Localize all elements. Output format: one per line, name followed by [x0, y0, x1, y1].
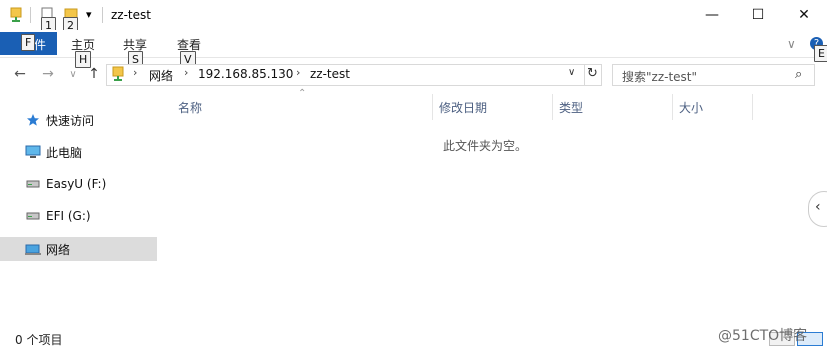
column-header-type[interactable]: 类型 — [559, 99, 583, 116]
breadcrumb-folder[interactable]: zz-test — [310, 67, 350, 81]
up-button[interactable]: ↑ — [84, 63, 104, 85]
network-folder-icon — [112, 66, 124, 85]
refresh-icon[interactable]: ↻ — [587, 66, 598, 81]
watermark: @51CTO博客 — [718, 328, 808, 344]
column-header-name[interactable]: 名称 — [178, 99, 202, 116]
nav-item-drive-f[interactable]: EasyU (F:) — [0, 172, 157, 196]
nav-item-label: EasyU (F:) — [46, 177, 107, 191]
toolbar-divider — [102, 7, 103, 23]
folder-icon — [10, 7, 22, 22]
empty-folder-message: 此文件夹为空。 — [443, 139, 528, 153]
search-input[interactable]: 搜索"zz-test" ⌕ — [612, 64, 815, 86]
column-divider[interactable] — [552, 94, 553, 120]
status-item-count: 0 个项目 — [15, 333, 63, 347]
nav-item-this-pc[interactable]: 此电脑 — [0, 140, 157, 164]
recent-locations-button[interactable]: ∨ — [63, 63, 83, 85]
maximize-button[interactable]: ☐ — [735, 0, 781, 30]
column-header-date[interactable]: 修改日期 — [439, 99, 487, 116]
minimize-icon: — — [705, 7, 719, 23]
minimize-button[interactable]: — — [689, 0, 735, 30]
nav-item-label: 此电脑 — [46, 145, 83, 160]
network-icon — [24, 241, 42, 257]
up-arrow-icon: ↑ — [88, 66, 100, 82]
nav-item-label: 快速访问 — [46, 113, 95, 128]
close-button[interactable]: ✕ — [781, 0, 827, 30]
drive-icon — [24, 176, 42, 192]
column-divider[interactable] — [672, 94, 673, 120]
customize-toolbar-dropdown[interactable]: ▾ — [86, 8, 92, 21]
nav-item-quick-access[interactable]: 快速访问 — [0, 108, 157, 132]
toolbar-divider — [30, 7, 31, 23]
column-divider[interactable] — [752, 94, 753, 120]
search-icon: ⌕ — [795, 67, 803, 82]
chevron-right-icon: › — [133, 66, 138, 79]
back-arrow-icon: ← — [14, 66, 26, 82]
chevron-down-icon: ∨ — [69, 68, 77, 80]
forward-button[interactable]: → — [38, 63, 58, 85]
nav-item-drive-g[interactable]: EFI (G:) — [0, 204, 157, 228]
star-icon — [24, 112, 42, 128]
chevron-left-icon: ‹ — [815, 199, 821, 215]
nav-item-network[interactable]: 网络 — [0, 237, 157, 261]
nav-item-label: EFI (G:) — [46, 209, 91, 223]
maximize-icon: ☐ — [751, 7, 765, 23]
chevron-right-icon: › — [296, 66, 301, 79]
expand-ribbon-button[interactable]: ∨ — [787, 37, 796, 51]
breadcrumb-network[interactable]: 网络 — [149, 67, 173, 84]
chevron-right-icon: › — [184, 66, 189, 79]
window-title: zz-test — [111, 8, 151, 22]
address-divider — [584, 64, 585, 86]
keytip-f: F — [21, 34, 36, 51]
column-header-size[interactable]: 大小 — [679, 99, 703, 116]
nav-item-label: 网络 — [46, 242, 71, 257]
address-dropdown-icon[interactable]: ∨ — [568, 67, 575, 78]
forward-arrow-icon: → — [42, 66, 54, 82]
drive-icon — [24, 208, 42, 224]
computer-icon — [24, 144, 42, 160]
breadcrumb-host[interactable]: 192.168.85.130 — [198, 67, 293, 81]
back-button[interactable]: ← — [10, 63, 30, 85]
search-placeholder: 搜索"zz-test" — [622, 70, 698, 84]
column-divider[interactable] — [432, 94, 433, 120]
side-panel-toggle[interactable]: ‹ — [808, 191, 827, 227]
keytip-e: E — [814, 45, 827, 62]
address-bar[interactable] — [106, 64, 602, 86]
close-icon: ✕ — [798, 7, 810, 23]
sort-indicator-icon: ⌃ — [298, 88, 307, 99]
